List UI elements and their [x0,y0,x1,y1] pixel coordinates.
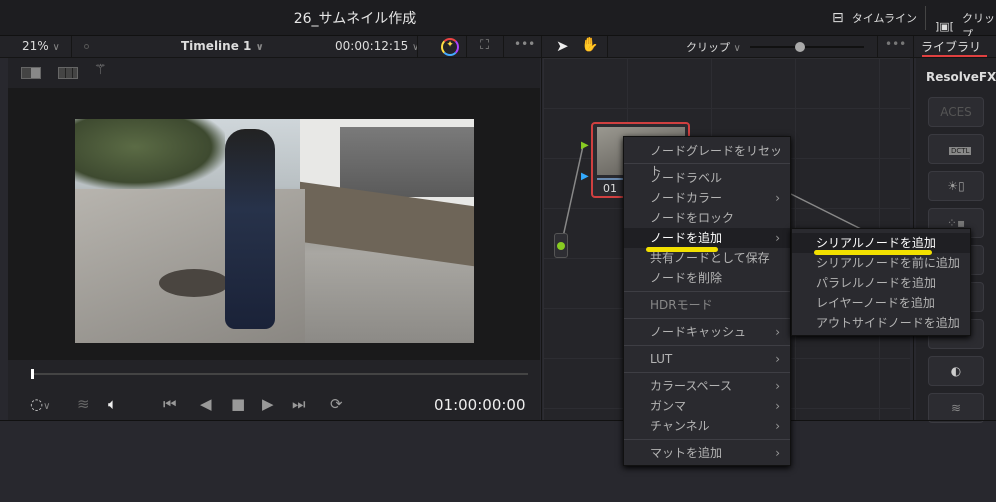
go-to-end-icon[interactable]: ⏭︎ [292,395,306,413]
go-to-start-icon[interactable]: ⏮︎ [163,395,177,413]
node-label: 01 [603,182,617,195]
color-magic-icon[interactable]: ✦ [441,38,459,56]
slider-handle[interactable] [795,42,805,52]
volume-icon[interactable]: 🔈︎ [108,395,117,413]
input-dot-icon [557,242,565,250]
zoom-dropdown[interactable]: 21% ∨ [22,39,60,53]
video-frame [75,119,474,343]
play-reverse-icon[interactable]: ◀ [200,395,212,413]
playhead-handle[interactable] [31,369,34,379]
wave-fx-button[interactable]: ≋ [928,393,984,423]
timeline-name: Timeline 1 [181,39,252,53]
status-dot-icon [84,44,89,49]
add-node-submenu: シリアルノードを追加 シリアルノードを前に追加 パラレルノードを追加 レイヤーノ… [791,228,971,336]
chevron-down-icon: ∨ [255,42,264,53]
chevron-right-icon: › [775,191,780,205]
rgb-input-icon: ▶ [581,140,589,151]
node-mode-dropdown[interactable]: クリップ ∨ [686,39,741,55]
timecode-dropdown[interactable]: 00:00:12:15 ∨ [335,39,419,53]
timeline-icon: ⊟ [832,10,844,26]
project-title: 26_サムネイル作成 [293,11,417,27]
menu-item-delete-node[interactable]: ノードを削除 [624,268,790,288]
chevron-down-icon: ∨ [52,42,60,53]
scrubber-track[interactable] [32,373,528,375]
more-options-icon[interactable]: ••• [514,37,535,51]
contrast-fx-button[interactable]: ◐ [928,356,984,386]
title-bar: 26_サムネイル作成 ⊟ タイムライン ]▣[ クリップ [0,0,996,41]
dctl-label: DCTL [949,147,972,155]
split-view-icon[interactable] [21,67,41,79]
magic-wand-icon[interactable]: ⚚ [94,62,107,78]
light-fx-button[interactable]: ☀▯ [928,171,984,201]
playhead-timecode: 01:00:00:00 [434,396,526,414]
menu-item-save-shared[interactable]: 共有ノードとして保存 [624,248,790,268]
layers-icon[interactable]: ≋ [77,395,90,413]
chevron-down-icon: ∨ [733,43,741,54]
pointer-tool-icon[interactable]: ➤ [556,37,569,55]
menu-item-add-outside[interactable]: アウトサイドノードを追加 [792,313,970,333]
menu-item-add-serial-before[interactable]: シリアルノードを前に追加 [792,253,970,273]
chevron-down-icon: ∨ [412,42,420,53]
viewer-toolbar: ⚚ [8,58,540,88]
menu-item-gamma[interactable]: ガンマ › [624,396,790,416]
menu-item-hdr-mode[interactable]: HDRモード [624,295,790,315]
dctl-fx-button[interactable]: DCTL [928,134,984,164]
menu-item-color-space[interactable]: カラースペース › [624,376,790,396]
timeline-dropdown[interactable]: Timeline 1 ∨ [181,39,264,53]
node-zoom-slider[interactable] [750,46,864,48]
menu-item-node-cache[interactable]: ノードキャッシュ › [624,322,790,342]
input-node[interactable] [554,233,568,258]
connection-line [790,193,864,231]
chevron-right-icon: › [775,231,780,245]
menu-item-lock-node[interactable]: ノードをロック [624,208,790,228]
timeline-label: タイムライン [851,12,917,25]
menu-item-add-parallel[interactable]: パラレルノードを追加 [792,273,970,293]
key-input-icon: ▶ [581,171,589,182]
tab-library[interactable]: ライブラリ [921,38,981,55]
menu-item-node-label[interactable]: ノードラベル [624,168,790,188]
fullscreen-icon[interactable]: ⛶ [480,38,489,53]
menu-item-add-node[interactable]: ノードを追加 › [624,228,790,248]
zoom-value: 21% [22,39,49,53]
menu-item-add-matte[interactable]: マットを追加 › [624,443,790,463]
tab-underline [922,55,987,57]
menu-item-add-layer[interactable]: レイヤーノードを追加 [792,293,970,313]
section-title: ResolveFX カ [926,70,996,84]
node-mode: クリップ [686,41,730,54]
gallery-grid-icon[interactable] [58,67,78,79]
hand-tool-icon[interactable]: ✋ [581,37,598,53]
menu-item-lut[interactable]: LUT › [624,349,790,369]
source-timecode: 00:00:12:15 [335,39,409,53]
play-icon[interactable]: ▶ [262,395,274,413]
context-menu: ノードグレードをリセット ノードラベル ノードカラー › ノードをロック ノードを… [623,136,791,466]
more-options-icon[interactable]: ••• [885,37,906,51]
highlight-mode-icon[interactable]: ◌∨ [30,395,50,413]
timeline-button[interactable]: ⊟ タイムライン [832,10,917,26]
menu-item-node-color[interactable]: ノードカラー › [624,188,790,208]
clip-icon: ]▣[ [935,19,954,33]
stop-icon[interactable]: ■ [231,395,245,413]
connection-line [560,145,584,247]
loop-icon[interactable]: ⟳ [330,395,343,413]
menu-item-reset-grade[interactable]: ノードグレードをリセット [624,141,790,178]
aces-fx-button[interactable]: ACES [928,97,984,127]
menu-item-channel[interactable]: チャンネル › [624,416,790,436]
